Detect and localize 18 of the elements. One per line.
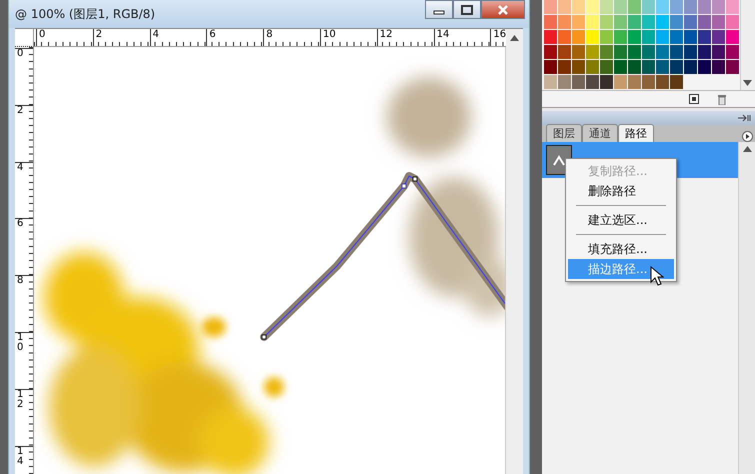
ruler-label: 2 <box>16 106 24 116</box>
ruler-label: 4 <box>152 29 159 40</box>
ruler-label: 10 <box>16 332 24 353</box>
window-title: @ 100% (图层1, RGB/8) <box>15 6 156 22</box>
ruler-label: 8 <box>16 276 24 286</box>
ruler-label: 12 <box>380 29 393 40</box>
ruler-label: 10 <box>322 29 336 40</box>
ruler-label: 16 <box>493 29 506 40</box>
ruler-label: 6 <box>16 219 24 230</box>
ruler-label: 0 <box>39 29 46 40</box>
ruler-label: 2 <box>96 29 102 40</box>
ruler-label: 12 <box>16 390 24 410</box>
ruler-label: 6 <box>209 29 216 40</box>
ruler-label: 14 <box>436 29 450 40</box>
ruler-label: 14 <box>16 446 24 467</box>
ruler-label: 8 <box>266 29 273 40</box>
ruler-label: 4 <box>16 162 24 173</box>
ruler-label: 0 <box>16 49 24 59</box>
